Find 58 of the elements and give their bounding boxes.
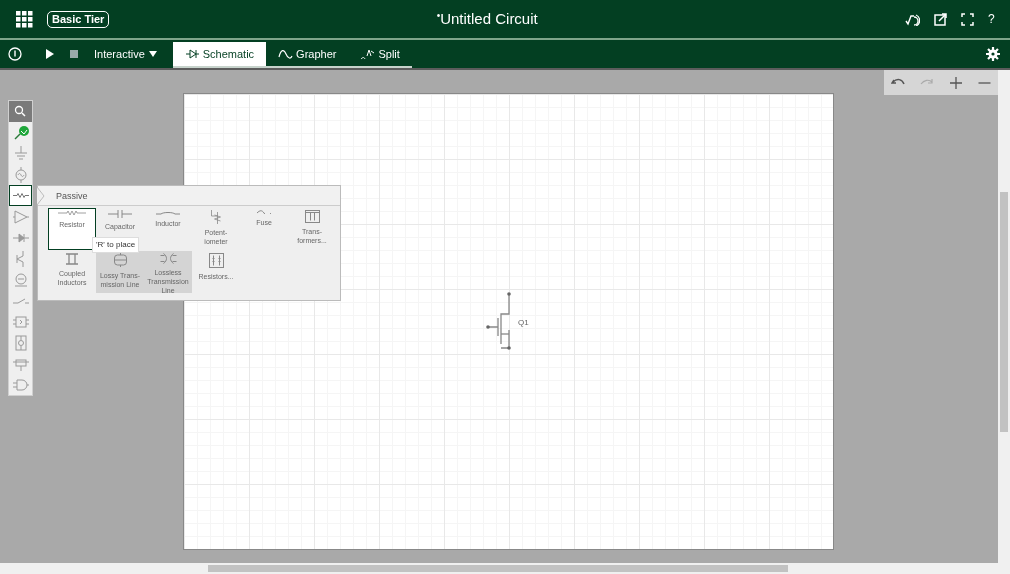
popout-button[interactable]: [934, 12, 947, 26]
symbol-icon: [304, 210, 320, 223]
amplifier-icon: [12, 208, 29, 225]
symbol-icon: [257, 210, 271, 214]
zoom-in-button[interactable]: [948, 75, 963, 90]
mode-dropdown[interactable]: Interactive: [94, 45, 157, 63]
source-icon: [12, 166, 29, 183]
popout-icon: [934, 12, 947, 26]
view-tab[interactable]: Schematic: [172, 42, 267, 68]
grid-icon: [16, 10, 33, 28]
symbol-icon: [156, 210, 180, 215]
accessibility-button[interactable]: [905, 12, 920, 26]
settings-icon: [986, 47, 1000, 61]
fullscreen-icon: [961, 12, 974, 26]
view-tab[interactable]: Split: [348, 42, 412, 68]
symbol-icon: [58, 210, 86, 216]
lamp-icon: [12, 271, 29, 288]
tier-badge: Basic Tier: [47, 10, 110, 28]
part-label: Q1: [518, 317, 529, 329]
info-button[interactable]: [8, 47, 22, 61]
chip-icon: [12, 334, 29, 351]
resistor-tool[interactable]: [9, 185, 32, 206]
vertical-scrollbar[interactable]: [998, 70, 1010, 563]
split-icon: [360, 48, 376, 60]
symbol-icon: [108, 210, 132, 218]
search-tool[interactable]: [9, 101, 32, 122]
accessibility-icon: [905, 12, 920, 26]
info-icon: [8, 47, 22, 61]
fullscreen-button[interactable]: [961, 12, 974, 26]
apps-menu-button[interactable]: [16, 10, 33, 28]
symbol-icon: [159, 253, 177, 264]
scrollbar-thumb[interactable]: [1000, 192, 1008, 432]
symbol-icon: [113, 253, 127, 267]
horizontal-scrollbar[interactable]: [0, 563, 1010, 574]
zoom-out-button[interactable]: [977, 81, 991, 84]
resistor-icon: [12, 193, 29, 198]
symbol-icon: [211, 210, 221, 224]
stop-button[interactable]: [70, 50, 78, 58]
scrollbar-thumb[interactable]: [208, 565, 788, 572]
caret-icon: [148, 51, 157, 57]
chip-icon: [12, 313, 29, 330]
view-tab[interactable]: Grapher: [266, 42, 349, 68]
gate-icon: [12, 376, 29, 393]
symbol-icon: [66, 253, 78, 265]
symbol-icon: [208, 253, 224, 268]
play-icon: [46, 49, 54, 59]
ground-icon: [12, 145, 29, 162]
zoom-in-icon: [948, 75, 963, 90]
schematic-icon: [184, 48, 200, 60]
tooltip: 'R' to place: [92, 237, 140, 253]
play-button[interactable]: [46, 49, 54, 59]
wave-icon: [278, 48, 294, 60]
help-button[interactable]: ?: [988, 10, 1002, 28]
zoom-out-icon: [977, 81, 991, 84]
stop-icon: [70, 50, 78, 58]
circuit-title: •Untitled Circuit: [436, 8, 538, 29]
probe-icon: [12, 124, 29, 141]
settings-button[interactable]: [986, 47, 1000, 61]
